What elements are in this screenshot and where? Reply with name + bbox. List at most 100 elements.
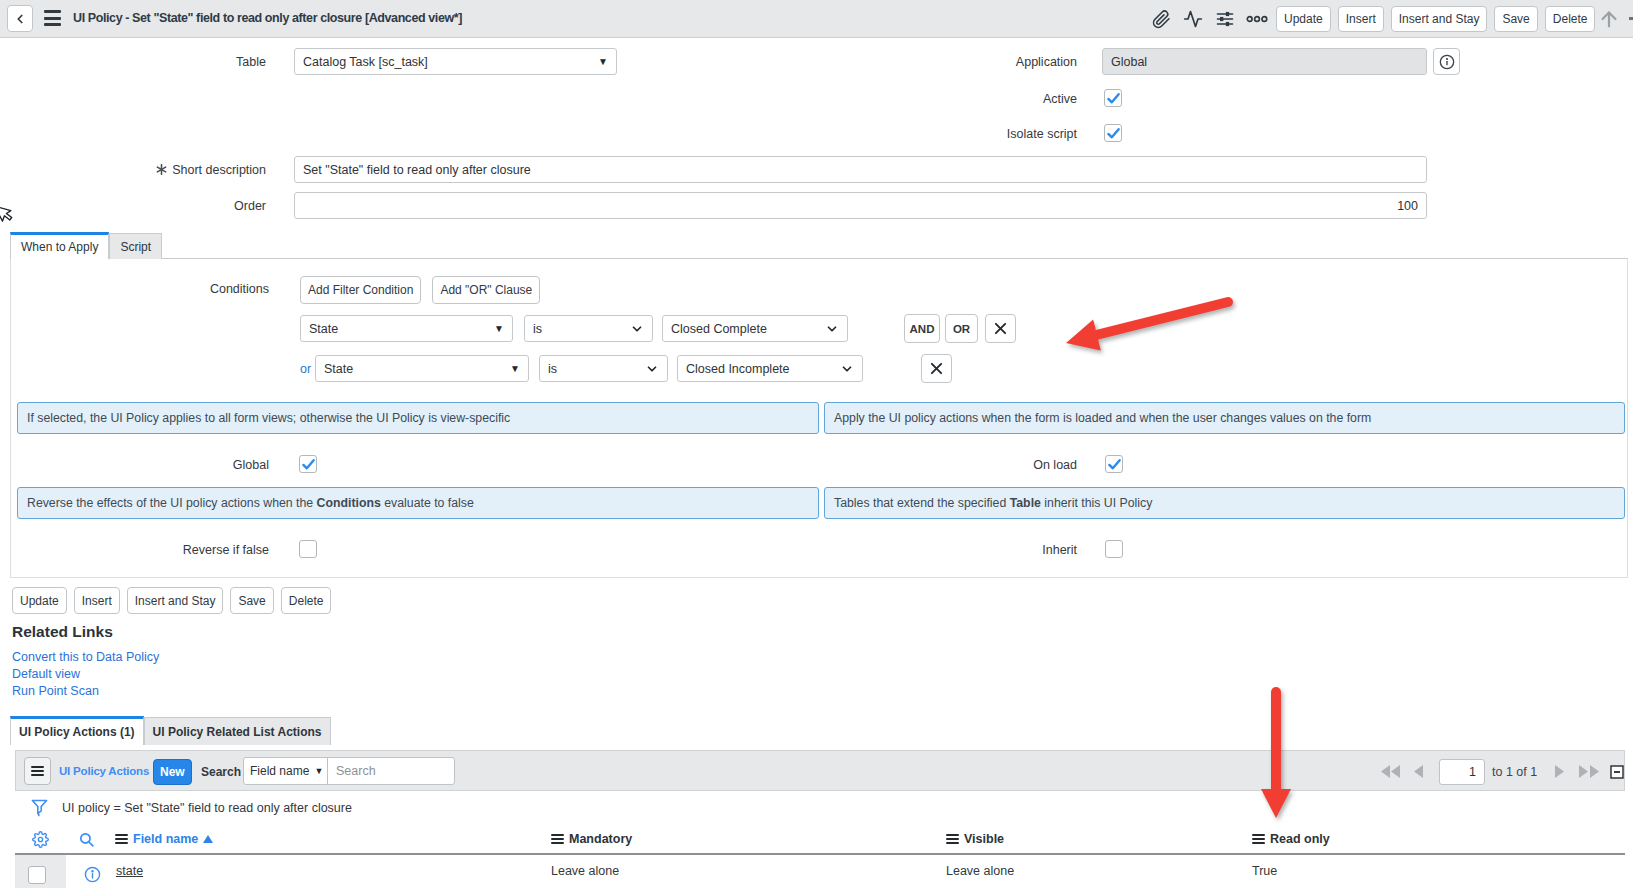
list-toolbar: UI Policy Actions New Search Field name … [15, 750, 1625, 791]
update-button[interactable]: Update [1276, 6, 1331, 32]
page-title: UI Policy - Set "State" field to read on… [73, 11, 462, 25]
condition-button-group: Add Filter Condition Add "OR" Clause [300, 276, 540, 304]
column-header-read-only[interactable]: Read only [1252, 832, 1330, 846]
previous-page-icon[interactable] [1413, 764, 1424, 779]
condition-2-operator-select[interactable]: is [539, 355, 668, 382]
clipped-icon [1629, 17, 1633, 20]
search-combo: Field name ▼ [243, 757, 455, 785]
short-description-input[interactable]: Set "State" field to read only after clo… [294, 156, 1427, 183]
condition-1-value-select[interactable]: Closed Complete [662, 315, 848, 342]
reverse-if-false-label: Reverse if false [39, 536, 269, 563]
personalize-form-icon[interactable] [1214, 8, 1236, 30]
select-value: Closed Incomplete [686, 362, 840, 376]
select-value: Catalog Task [sc_task] [303, 55, 592, 69]
delete-button-bottom[interactable]: Delete [281, 587, 332, 614]
activity-stream-icon[interactable] [1182, 8, 1204, 30]
new-button[interactable]: New [153, 759, 192, 785]
global-annotation: If selected, the UI Policy applies to al… [17, 402, 819, 434]
save-button-bottom[interactable]: Save [230, 587, 273, 614]
condition-2-field-select[interactable]: State ▼ [315, 355, 529, 382]
short-description-label: Short description [36, 156, 266, 183]
application-field: Global [1102, 48, 1427, 75]
more-options-icon[interactable] [1246, 8, 1268, 30]
page-number-input[interactable] [1439, 759, 1485, 785]
scroll-up-icon[interactable] [1598, 7, 1620, 31]
insert-and-stay-button[interactable]: Insert and Stay [1391, 6, 1488, 32]
insert-button-bottom[interactable]: Insert [74, 587, 120, 614]
update-button-bottom[interactable]: Update [12, 587, 67, 614]
chevron-down-icon [645, 362, 659, 376]
column-label: Read only [1270, 832, 1330, 846]
active-checkbox[interactable] [1104, 89, 1122, 107]
application-info-button[interactable] [1433, 48, 1460, 75]
back-button[interactable] [7, 5, 33, 32]
and-button[interactable]: AND [904, 314, 940, 343]
caret-down-icon: ▼ [598, 56, 608, 67]
on-load-checkbox[interactable] [1105, 455, 1123, 473]
minimize-list-icon[interactable] [1610, 765, 1624, 779]
select-value: State [324, 362, 504, 376]
isolate-script-checkbox[interactable] [1104, 124, 1122, 142]
check-icon [301, 457, 316, 472]
column-header-visible[interactable]: Visible [946, 832, 1004, 846]
filter-breadcrumb[interactable]: UI policy = Set "State" field to read on… [62, 801, 352, 815]
on-load-label: On load [847, 451, 1077, 478]
search-input[interactable] [328, 758, 505, 784]
attachment-icon[interactable] [1150, 8, 1172, 30]
insert-and-stay-button-bottom[interactable]: Insert and Stay [127, 587, 224, 614]
reverse-if-false-checkbox[interactable] [299, 540, 317, 558]
record-info-icon[interactable] [84, 866, 101, 883]
condition-1-operator-select[interactable]: is [524, 315, 653, 342]
table-select[interactable]: Catalog Task [sc_task] ▼ [294, 48, 617, 75]
chevron-down-icon [840, 362, 854, 376]
gear-icon[interactable] [32, 831, 49, 848]
order-input[interactable]: 100 [294, 192, 1427, 219]
condition-2-value-select[interactable]: Closed Incomplete [677, 355, 863, 382]
global-label: Global [39, 451, 269, 478]
caret-down-icon: ▼ [494, 323, 504, 334]
check-icon [1106, 126, 1121, 141]
tab-script[interactable]: Script [109, 233, 162, 259]
search-label: Search [201, 765, 241, 779]
row-field-link[interactable]: state [116, 864, 143, 878]
form-context-menu-icon[interactable] [44, 10, 61, 26]
caret-down-icon: ▼ [314, 766, 323, 776]
add-or-clause-button[interactable]: Add "OR" Clause [432, 276, 540, 304]
isolate-script-label: Isolate script [847, 120, 1077, 147]
order-label: Order [36, 192, 266, 219]
row-checkbox[interactable] [28, 866, 46, 884]
close-icon [930, 362, 943, 375]
search-column-icon[interactable] [78, 831, 95, 848]
row-visible-value: Leave alone [946, 864, 1014, 878]
delete-condition-1-button[interactable] [985, 314, 1016, 343]
related-link-run-point-scan[interactable]: Run Point Scan [12, 684, 99, 698]
column-menu-icon [551, 834, 564, 845]
delete-button[interactable]: Delete [1545, 6, 1596, 32]
tab-ui-policy-actions[interactable]: UI Policy Actions (1) [10, 716, 144, 745]
condition-1-field-select[interactable]: State ▼ [300, 315, 513, 342]
delete-condition-2-button[interactable] [921, 354, 952, 383]
or-button[interactable]: OR [945, 314, 978, 343]
filter-icon[interactable] [31, 799, 48, 817]
list-context-menu-button[interactable] [24, 757, 51, 785]
check-icon [1107, 457, 1122, 472]
related-link-convert-data-policy[interactable]: Convert this to Data Policy [12, 650, 159, 664]
search-field-value: Field name [250, 764, 309, 778]
next-page-icon[interactable] [1554, 764, 1565, 779]
add-filter-condition-button[interactable]: Add Filter Condition [300, 276, 421, 304]
reverse-annotation: Reverse the effects of the UI policy act… [17, 487, 819, 519]
global-checkbox[interactable] [299, 455, 317, 473]
inherit-checkbox[interactable] [1105, 540, 1123, 558]
save-button[interactable]: Save [1494, 6, 1537, 32]
tab-when-to-apply[interactable]: When to Apply [10, 232, 109, 259]
related-link-default-view[interactable]: Default view [12, 667, 80, 681]
check-icon [1106, 91, 1121, 106]
search-field-select[interactable]: Field name ▼ [244, 758, 328, 784]
column-header-field-name[interactable]: Field name [115, 832, 213, 846]
tab-ui-policy-related-list-actions[interactable]: UI Policy Related List Actions [144, 717, 331, 745]
first-page-icon[interactable] [1380, 764, 1402, 779]
last-page-icon[interactable] [1578, 764, 1600, 779]
column-header-mandatory[interactable]: Mandatory [551, 832, 632, 846]
list-title-link[interactable]: UI Policy Actions [59, 765, 149, 777]
insert-button[interactable]: Insert [1338, 6, 1384, 32]
